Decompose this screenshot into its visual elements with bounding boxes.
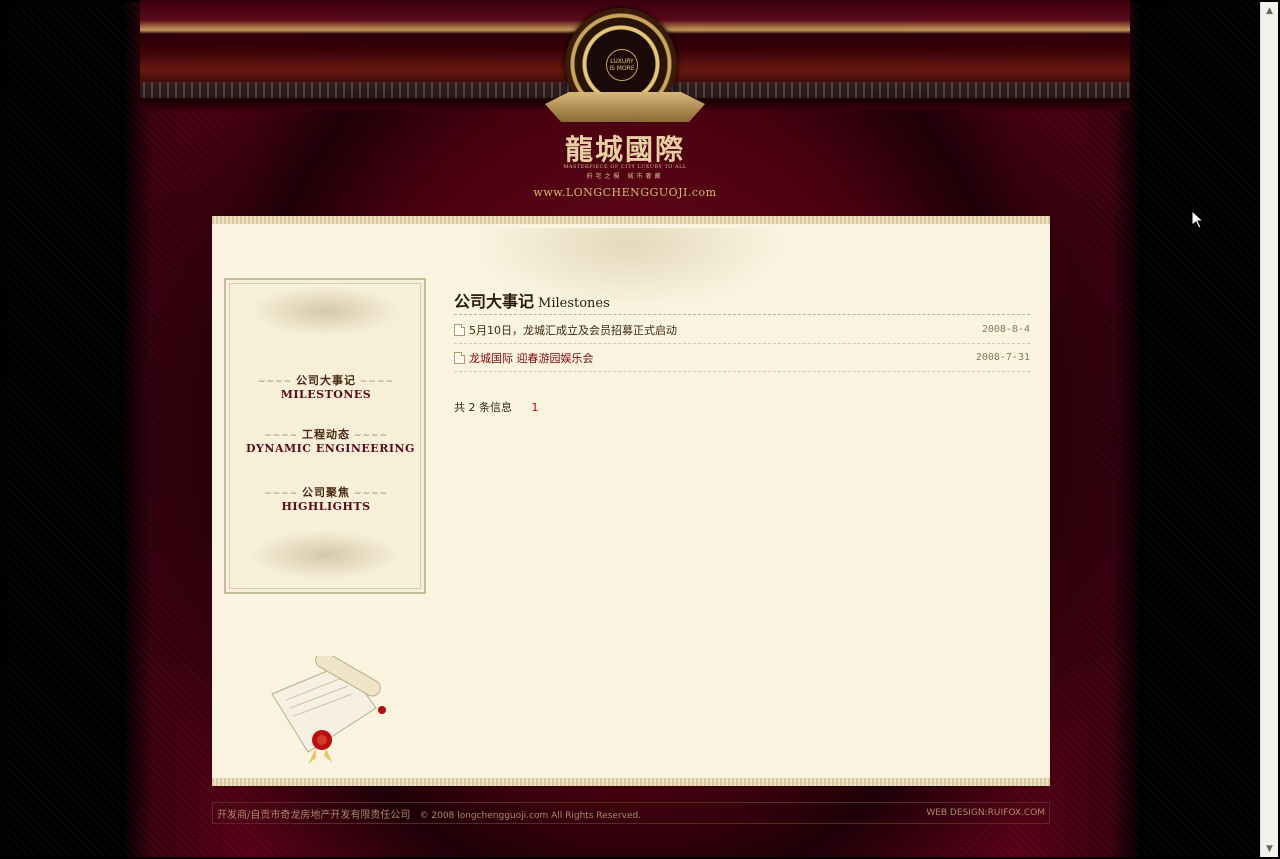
page-title-en: Milestones — [538, 296, 610, 311]
news-title[interactable]: 龙城国际 迎春游园娱乐会 — [469, 350, 976, 366]
document-icon — [454, 323, 465, 336]
brand-url[interactable]: www.LONGCHENGGUOJI.com — [520, 186, 730, 199]
page-title: 公司大事记 Milestones — [454, 288, 1030, 315]
scroll-down-arrow-icon[interactable]: ▼ — [1261, 840, 1278, 857]
footer-left: 开发商/自贡市奇龙房地产开发有限责任公司 © 2008 longchengguo… — [217, 806, 647, 821]
sidebar-item-cn: 工程动态 — [246, 426, 406, 442]
mouse-cursor-icon — [1192, 211, 1204, 229]
pagination: 共 2 条信息 1 — [454, 399, 539, 415]
scroll-up-arrow-icon[interactable]: ▲ — [1261, 2, 1278, 19]
sidebar-nav: 公司大事记 MILESTONES 工程动态 DYNAMIC ENGINEERIN… — [224, 278, 426, 594]
news-row[interactable]: 5月10日，龙城汇成立及会员招募正式启动 2008-8-4 — [454, 316, 1030, 344]
news-title[interactable]: 5月10日，龙城汇成立及会员招募正式启动 — [469, 322, 982, 338]
logo-emblem-text: LUXURY IS MORE — [606, 49, 638, 81]
document-icon — [454, 351, 465, 364]
logo-ribbon — [545, 92, 705, 122]
sidebar-item-en: DYNAMIC ENGINEERING — [246, 442, 415, 455]
sidebar-item-milestones[interactable]: 公司大事记 MILESTONES — [246, 372, 406, 401]
pagination-page-link[interactable]: 1 — [532, 401, 539, 414]
sidebar-item-en: HIGHLIGHTS — [281, 500, 371, 513]
sidebar-item-cn: 公司聚焦 — [246, 484, 406, 500]
sidebar-item-en: MILESTONES — [280, 388, 372, 401]
news-row[interactable]: 龙城国际 迎春游园娱乐会 2008-7-31 — [454, 344, 1030, 372]
footer-design-credit[interactable]: WEB DESIGN:RUIFOX.COM — [926, 808, 1045, 818]
browser-frame: LUXURY IS MORE 龍城國際 MASTERPIECE OF CITY … — [0, 0, 1280, 859]
page-title-cn: 公司大事记 — [454, 292, 535, 311]
sidebar-bottom-ornament — [250, 530, 400, 580]
footer-copyright: © 2008 longchengguoji.com All Rights Res… — [419, 810, 642, 821]
brand-tagline: MASTERPIECE OF CITY LUXURY TO ALL — [563, 164, 687, 170]
scroll-icon — [271, 656, 386, 764]
vertical-scrollbar[interactable]: ▲ ▼ — [1260, 2, 1278, 857]
brand-tagline-cn: 府宅之擬 城市奢藏 — [586, 173, 664, 180]
footer: 开发商/自贡市奇龙房地产开发有限责任公司 © 2008 longchengguo… — [212, 802, 1050, 824]
footer-company: 开发商/自贡市奇龙房地产开发有限责任公司 — [217, 809, 411, 821]
news-date: 2008-7-31 — [975, 352, 1030, 363]
news-date: 2008-8-4 — [981, 324, 1030, 335]
pagination-count: 共 2 条信息 — [454, 401, 512, 414]
sidebar-item-highlights[interactable]: 公司聚焦 HIGHLIGHTS — [246, 484, 406, 513]
brand-title[interactable]: 龍城國際 — [540, 128, 710, 168]
sidebar-top-ornament — [250, 286, 400, 336]
sidebar-item-dynamic-engineering[interactable]: 工程动态 DYNAMIC ENGINEERING — [246, 426, 415, 455]
content-panel: 公司大事记 MILESTONES 工程动态 DYNAMIC ENGINEERIN… — [212, 216, 1050, 786]
sidebar-item-cn: 公司大事记 — [246, 372, 406, 388]
